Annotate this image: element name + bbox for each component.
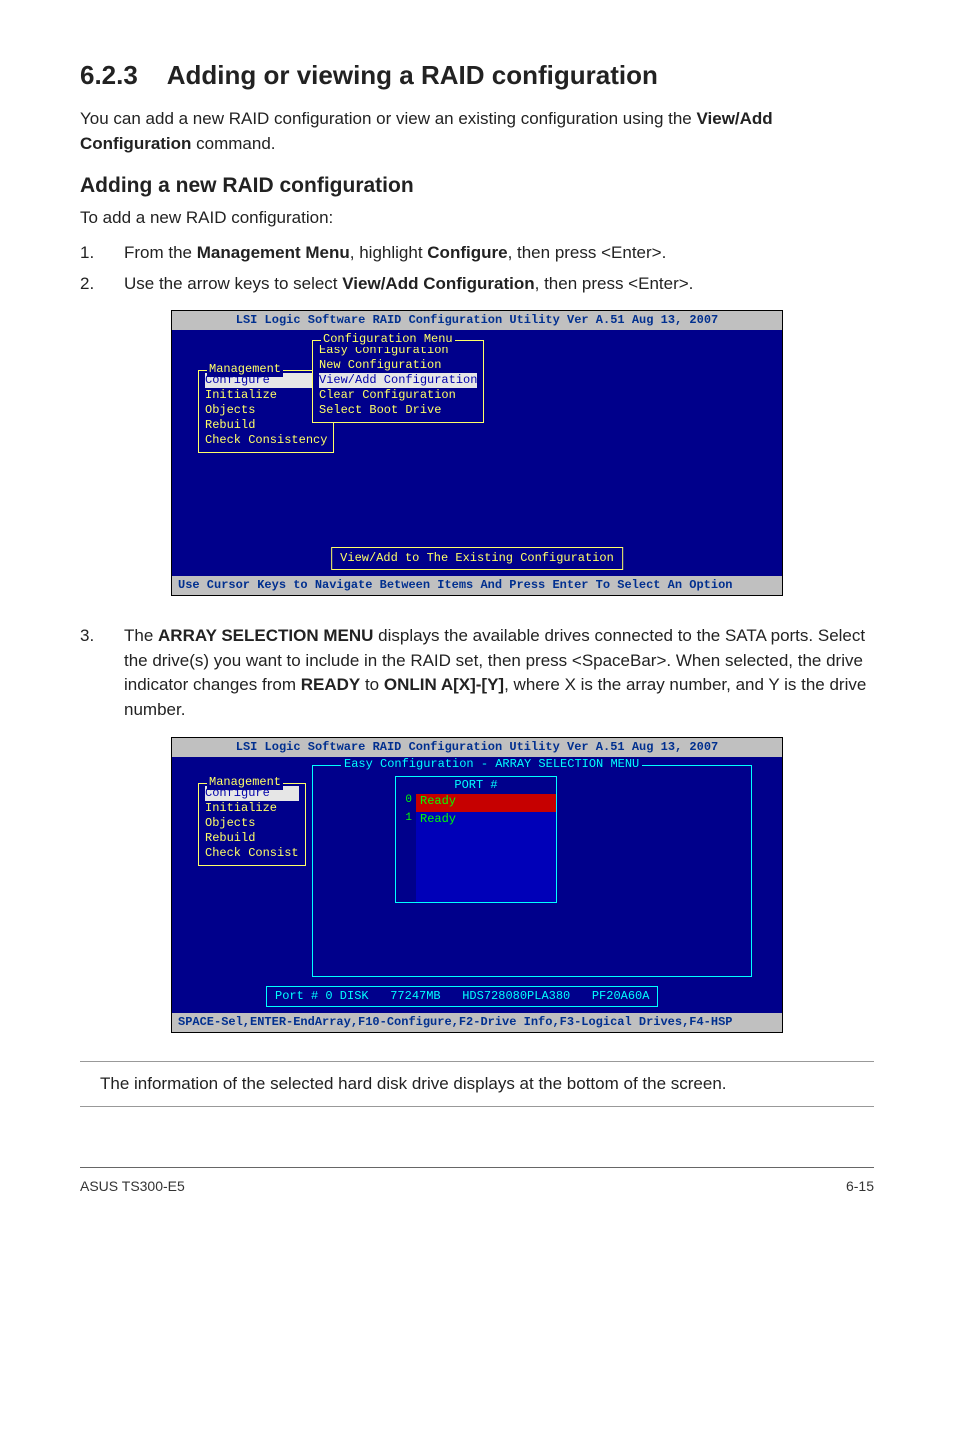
- mgmt-item-initialize[interactable]: Initialize: [205, 801, 299, 816]
- screenshot-view-add-config: LSI Logic Software RAID Configuration Ut…: [171, 310, 783, 596]
- lead-text: To add a new RAID configuration:: [80, 206, 874, 231]
- port-row-empty: [396, 866, 556, 884]
- steps-list: 1. From the Management Menu, highlight C…: [80, 241, 874, 296]
- intro-paragraph: You can add a new RAID configuration or …: [80, 107, 874, 156]
- port-row-empty: [396, 848, 556, 866]
- cfg-item-new[interactable]: New Configuration: [319, 358, 477, 373]
- array-selection-label: Easy Configuration - ARRAY SELECTION MEN…: [341, 757, 642, 772]
- mgmt-item-rebuild[interactable]: Rebuild: [205, 418, 327, 433]
- screenshot-array-selection: LSI Logic Software RAID Configuration Ut…: [171, 737, 783, 1033]
- cfg-item-view-add[interactable]: View/Add Configuration: [319, 373, 477, 388]
- section-title-text: Adding or viewing a RAID configuration: [167, 60, 658, 90]
- section-heading: 6.2.3 Adding or viewing a RAID configura…: [80, 60, 874, 91]
- utility-titlebar: LSI Logic Software RAID Configuration Ut…: [172, 738, 782, 757]
- status-message: View/Add to The Existing Configuration: [331, 547, 623, 570]
- disk-info: Port # 0 DISK 77247MB HDS728080PLA380 PF…: [266, 986, 658, 1007]
- mgmt-item-objects[interactable]: Objects: [205, 816, 299, 831]
- help-footer: Use Cursor Keys to Navigate Between Item…: [172, 576, 782, 595]
- cfg-item-boot[interactable]: Select Boot Drive: [319, 403, 477, 418]
- port-header: PORT #: [396, 777, 556, 794]
- array-selection-menu: Easy Configuration - ARRAY SELECTION MEN…: [312, 765, 752, 977]
- mgmt-item-objects[interactable]: Objects: [205, 403, 327, 418]
- utility-titlebar: LSI Logic Software RAID Configuration Ut…: [172, 311, 782, 330]
- step-1: 1. From the Management Menu, highlight C…: [80, 241, 874, 266]
- mgmt-item-initialize[interactable]: Initialize: [205, 388, 327, 403]
- steps-list-cont: 3. The ARRAY SELECTION MENU displays the…: [80, 624, 874, 723]
- port-row-0[interactable]: 0 Ready: [396, 794, 556, 812]
- step-2: 2. Use the arrow keys to select View/Add…: [80, 272, 874, 297]
- port-row-empty: [396, 830, 556, 848]
- port-row-1[interactable]: 1 Ready: [396, 812, 556, 830]
- configuration-menu: Configuration Menu Easy Configuration Ne…: [312, 340, 484, 423]
- help-footer: SPACE-Sel,ENTER-EndArray,F10-Configure,F…: [172, 1013, 782, 1032]
- management-menu-label: Management: [207, 362, 283, 377]
- footer-right: 6-15: [846, 1178, 874, 1194]
- port-row-empty: [396, 884, 556, 902]
- cfg-item-clear[interactable]: Clear Configuration: [319, 388, 477, 403]
- mgmt-item-check[interactable]: Check Consist: [205, 846, 299, 861]
- section-number: 6.2.3: [80, 60, 138, 90]
- page-footer: ASUS TS300-E5 6-15: [80, 1167, 874, 1194]
- footer-left: ASUS TS300-E5: [80, 1178, 185, 1194]
- note-callout: The information of the selected hard dis…: [80, 1061, 874, 1107]
- management-menu-label: Management: [207, 775, 283, 790]
- note-text: The information of the selected hard dis…: [100, 1072, 727, 1096]
- mgmt-item-check[interactable]: Check Consistency: [205, 433, 327, 448]
- subheading: Adding a new RAID configuration: [80, 174, 874, 198]
- step-3: 3. The ARRAY SELECTION MENU displays the…: [80, 624, 874, 723]
- management-menu: Management Configure Initialize Objects …: [198, 783, 306, 866]
- configuration-menu-label: Configuration Menu: [321, 332, 455, 347]
- mgmt-item-rebuild[interactable]: Rebuild: [205, 831, 299, 846]
- port-list: PORT # 0 Ready 1 Ready: [395, 776, 557, 903]
